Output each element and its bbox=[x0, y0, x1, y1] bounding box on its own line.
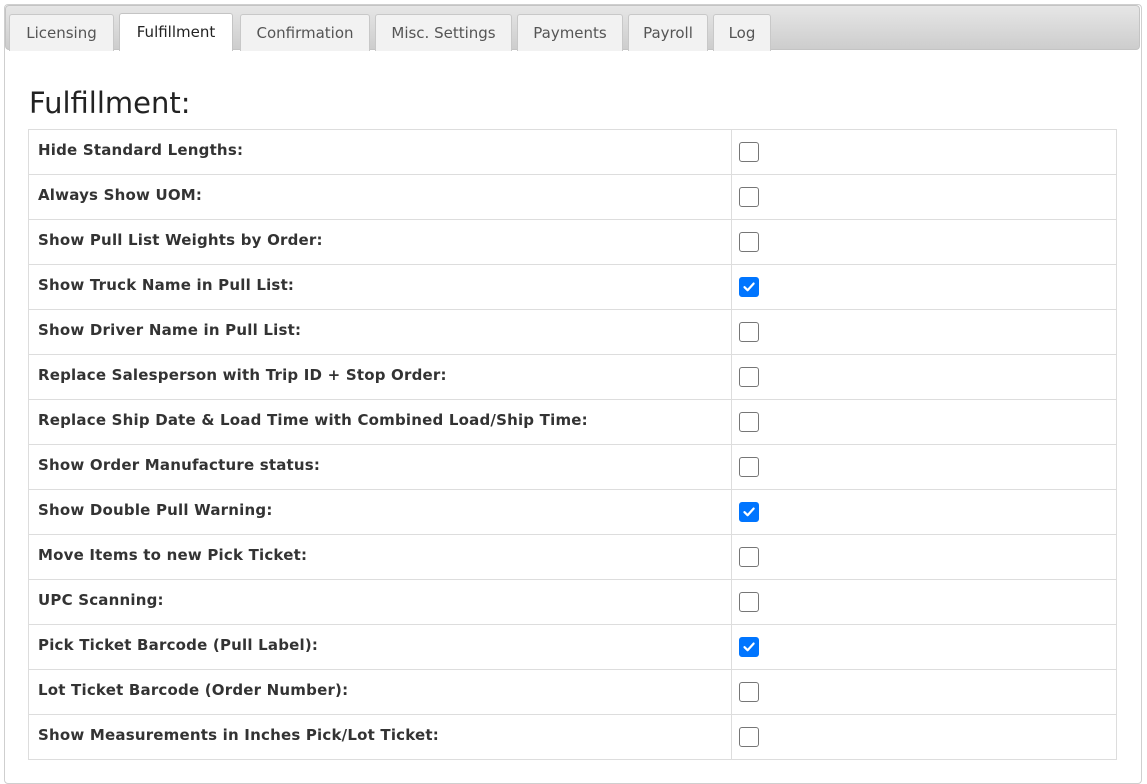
setting-checkbox[interactable] bbox=[739, 592, 759, 612]
setting-label: Lot Ticket Barcode (Order Number): bbox=[28, 669, 732, 715]
setting-checkbox[interactable] bbox=[739, 187, 759, 207]
setting-label: Show Driver Name in Pull List: bbox=[28, 309, 732, 355]
page-title: Fulfillment: bbox=[29, 86, 191, 120]
setting-row-show-pull-list-weights-by-order: Show Pull List Weights by Order: bbox=[28, 219, 1117, 265]
setting-value-cell bbox=[731, 174, 1117, 220]
tab-payroll[interactable]: Payroll bbox=[628, 14, 708, 51]
setting-checkbox[interactable] bbox=[739, 232, 759, 252]
setting-checkbox[interactable] bbox=[739, 547, 759, 567]
setting-label: Replace Salesperson with Trip ID + Stop … bbox=[28, 354, 732, 400]
tab-bar: Licensing Fulfillment Confirmation Misc.… bbox=[5, 5, 1140, 51]
tab-log[interactable]: Log bbox=[713, 14, 771, 51]
setting-row-pick-ticket-barcode-pull-label: Pick Ticket Barcode (Pull Label): bbox=[28, 624, 1117, 670]
setting-checkbox[interactable] bbox=[739, 502, 759, 522]
tab-payments[interactable]: Payments bbox=[517, 14, 623, 51]
tab-licensing[interactable]: Licensing bbox=[9, 14, 114, 51]
setting-label: Pick Ticket Barcode (Pull Label): bbox=[28, 624, 732, 670]
setting-row-show-order-manufacture-status: Show Order Manufacture status: bbox=[28, 444, 1117, 490]
setting-label: Show Measurements in Inches Pick/Lot Tic… bbox=[28, 714, 732, 760]
checkmark-icon bbox=[743, 642, 755, 652]
setting-row-replace-salesperson-with-trip-id-stop-order: Replace Salesperson with Trip ID + Stop … bbox=[28, 354, 1117, 400]
setting-label: Show Truck Name in Pull List: bbox=[28, 264, 732, 310]
setting-label: Show Order Manufacture status: bbox=[28, 444, 732, 490]
setting-checkbox[interactable] bbox=[739, 457, 759, 477]
setting-value-cell bbox=[731, 579, 1117, 625]
setting-row-show-double-pull-warning: Show Double Pull Warning: bbox=[28, 489, 1117, 535]
setting-checkbox[interactable] bbox=[739, 637, 759, 657]
setting-row-hide-standard-lengths: Hide Standard Lengths: bbox=[28, 129, 1117, 175]
setting-value-cell bbox=[731, 444, 1117, 490]
setting-value-cell bbox=[731, 264, 1117, 310]
settings-table: Hide Standard Lengths: Always Show UOM: Sh… bbox=[28, 129, 1117, 760]
setting-value-cell bbox=[731, 489, 1117, 535]
setting-row-show-measurements-in-inches-pick-lot-ticket: Show Measurements in Inches Pick/Lot Tic… bbox=[28, 714, 1117, 760]
checkmark-icon bbox=[743, 507, 755, 517]
setting-row-replace-ship-date-load-time-with-combined-load-ship-time: Replace Ship Date & Load Time with Combi… bbox=[28, 399, 1117, 445]
tab-fulfillment[interactable]: Fulfillment bbox=[119, 13, 233, 51]
setting-row-move-items-to-new-pick-ticket: Move Items to new Pick Ticket: bbox=[28, 534, 1117, 580]
setting-value-cell bbox=[731, 354, 1117, 400]
tab-confirmation[interactable]: Confirmation bbox=[240, 14, 370, 51]
setting-checkbox[interactable] bbox=[739, 142, 759, 162]
setting-value-cell bbox=[731, 309, 1117, 355]
setting-value-cell bbox=[731, 129, 1117, 175]
setting-checkbox[interactable] bbox=[739, 682, 759, 702]
setting-row-always-show-uom: Always Show UOM: bbox=[28, 174, 1117, 220]
setting-checkbox[interactable] bbox=[739, 322, 759, 342]
setting-value-cell bbox=[731, 669, 1117, 715]
setting-row-upc-scanning: UPC Scanning: bbox=[28, 579, 1117, 625]
setting-label: Always Show UOM: bbox=[28, 174, 732, 220]
setting-value-cell bbox=[731, 534, 1117, 580]
setting-label: Show Pull List Weights by Order: bbox=[28, 219, 732, 265]
setting-label: Move Items to new Pick Ticket: bbox=[28, 534, 732, 580]
setting-label: Replace Ship Date & Load Time with Combi… bbox=[28, 399, 732, 445]
setting-label: UPC Scanning: bbox=[28, 579, 732, 625]
setting-row-lot-ticket-barcode-order-number: Lot Ticket Barcode (Order Number): bbox=[28, 669, 1117, 715]
setting-value-cell bbox=[731, 219, 1117, 265]
setting-value-cell bbox=[731, 624, 1117, 670]
setting-value-cell bbox=[731, 714, 1117, 760]
setting-row-show-truck-name-in-pull-list: Show Truck Name in Pull List: bbox=[28, 264, 1117, 310]
setting-label: Hide Standard Lengths: bbox=[28, 129, 732, 175]
tab-misc-settings[interactable]: Misc. Settings bbox=[375, 14, 512, 51]
setting-checkbox[interactable] bbox=[739, 727, 759, 747]
setting-checkbox[interactable] bbox=[739, 277, 759, 297]
setting-row-show-driver-name-in-pull-list: Show Driver Name in Pull List: bbox=[28, 309, 1117, 355]
setting-value-cell bbox=[731, 399, 1117, 445]
checkmark-icon bbox=[743, 282, 755, 292]
setting-checkbox[interactable] bbox=[739, 367, 759, 387]
setting-label: Show Double Pull Warning: bbox=[28, 489, 732, 535]
setting-checkbox[interactable] bbox=[739, 412, 759, 432]
